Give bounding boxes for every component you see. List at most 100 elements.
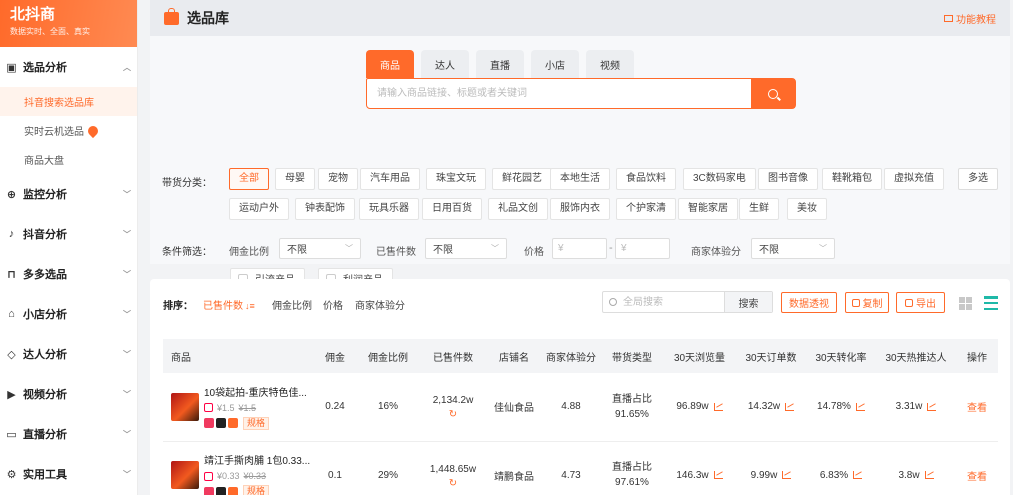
- product-thumbnail[interactable]: [171, 392, 199, 421]
- column-header-11[interactable]: 操作: [956, 339, 998, 373]
- trend-chart-icon[interactable]: [853, 470, 863, 479]
- category-chip-15[interactable]: 日用百货: [422, 198, 482, 220]
- tab-4[interactable]: 视频: [586, 50, 634, 78]
- price-max-input[interactable]: ¥: [615, 238, 670, 259]
- product-table: 商品 佣金 佣金比例 已售件数 店铺名 商家体验分 带货类型 30天浏览量 30天订单数 30天转…: [163, 339, 998, 495]
- product-thumbnail[interactable]: [171, 461, 199, 489]
- sidebar-group-label: 直播分析: [23, 429, 67, 441]
- column-header-9[interactable]: 30天转化率: [806, 339, 876, 373]
- list-view-icon[interactable]: [984, 296, 998, 310]
- sort-option-merchant-score[interactable]: 商家体验分: [355, 297, 405, 312]
- category-chip-4[interactable]: 珠宝文玩: [426, 168, 486, 190]
- sort-option-commission[interactable]: 佣金比例: [272, 297, 312, 312]
- grid-view-icon[interactable]: [959, 297, 972, 310]
- sidebar-group-2[interactable]: ♪ 抖音分析 ﹀: [0, 214, 137, 254]
- view-link[interactable]: 查看: [967, 472, 987, 483]
- product-name[interactable]: 10袋起拍-重庆特色佳...: [204, 384, 313, 399]
- commission-select[interactable]: 不限 ﹀: [279, 238, 361, 259]
- product-info[interactable]: 10袋起拍-重庆特色佳... ¥1.5 ¥1.5 规格: [163, 384, 313, 430]
- tab-3[interactable]: 小店: [531, 50, 579, 78]
- shopping-bag-icon: [164, 7, 179, 25]
- product-name[interactable]: 靖江手撕肉脯 1包0.33...: [204, 452, 313, 467]
- trend-chart-icon[interactable]: [855, 402, 865, 411]
- view-link[interactable]: 查看: [967, 403, 987, 414]
- search-button[interactable]: [751, 79, 795, 108]
- sidebar-group-4[interactable]: ⌂ 小店分析 ﹀: [0, 294, 137, 334]
- sidebar-item-2[interactable]: 商品大盘: [0, 145, 137, 174]
- global-search-button[interactable]: 搜索: [724, 292, 772, 312]
- sort-option-sold[interactable]: 已售件数 ↓≡: [203, 297, 255, 312]
- column-header-5[interactable]: 商家体验分: [541, 339, 601, 373]
- column-header-8[interactable]: 30天订单数: [736, 339, 806, 373]
- trend-chart-icon[interactable]: [927, 402, 937, 411]
- tab-1[interactable]: 达人: [421, 50, 469, 78]
- column-header-2[interactable]: 佣金比例: [357, 339, 419, 373]
- spec-badge[interactable]: 规格: [243, 485, 270, 495]
- refresh-icon[interactable]: ↻: [419, 478, 487, 489]
- shop-name-cell[interactable]: 靖鹏食品: [487, 441, 541, 495]
- brand-logo[interactable]: 北抖商 数据实时、全面、真实: [0, 0, 137, 47]
- category-chip-7[interactable]: 食品饮料: [616, 168, 676, 190]
- sidebar-group-7[interactable]: ▭ 直播分析 ﹀: [0, 414, 137, 454]
- sidebar-group-8[interactable]: ⚙ 实用工具 ﹀: [0, 454, 137, 494]
- trend-chart-icon[interactable]: [713, 402, 723, 411]
- merchant-score-select[interactable]: 不限 ﹀: [751, 238, 835, 259]
- product-info[interactable]: 靖江手撕肉脯 1包0.33... ¥0.33 ¥0.33 规格: [163, 452, 313, 495]
- trend-chart-icon[interactable]: [785, 402, 795, 411]
- category-chip-10[interactable]: 鞋靴箱包: [822, 168, 882, 190]
- column-header-0[interactable]: 商品: [163, 339, 313, 373]
- category-chip-12[interactable]: 运动户外: [229, 198, 289, 220]
- tab-2[interactable]: 直播: [476, 50, 524, 78]
- sidebar-item-0[interactable]: 抖音搜索选品库: [0, 87, 137, 116]
- category-chip-17[interactable]: 服饰内衣: [550, 198, 610, 220]
- spec-badge[interactable]: 规格: [243, 416, 270, 430]
- shopping-bag-icon: ⊓: [7, 268, 16, 281]
- search-input[interactable]: [367, 79, 751, 108]
- column-header-1[interactable]: 佣金: [313, 339, 357, 373]
- category-chip-19[interactable]: 智能家居: [678, 198, 738, 220]
- category-chip-14[interactable]: 玩具乐器: [359, 198, 419, 220]
- category-chip-9[interactable]: 图书音像: [758, 168, 818, 190]
- trend-chart-icon[interactable]: [924, 470, 934, 479]
- category-chip-20[interactable]: 生鲜: [739, 198, 779, 220]
- copy-button[interactable]: 复制: [845, 292, 889, 313]
- sidebar-item-1[interactable]: 实时云机选品: [0, 116, 137, 145]
- price-min-input[interactable]: ¥: [552, 238, 607, 259]
- sold-select[interactable]: 不限 ﹀: [425, 238, 507, 259]
- sidebar-group-0[interactable]: ▣ 选品分析 ︿: [0, 47, 137, 87]
- sidebar-group-3[interactable]: ⊓ 多多选品 ﹀: [0, 254, 137, 294]
- category-chip-11[interactable]: 虚拟充值: [884, 168, 944, 190]
- shop-name-cell[interactable]: 佳仙食品: [487, 373, 541, 441]
- category-chip-6[interactable]: 本地生活: [550, 168, 610, 190]
- sidebar-group-5[interactable]: ◇ 达人分析 ﹀: [0, 334, 137, 374]
- category-chip-13[interactable]: 钟表配饰: [295, 198, 355, 220]
- category-chip-2[interactable]: 宠物: [318, 168, 358, 190]
- category-chip-1[interactable]: 母婴: [275, 168, 315, 190]
- export-button[interactable]: 导出: [896, 292, 945, 313]
- sort-option-price[interactable]: 价格: [323, 297, 343, 312]
- category-chip-0[interactable]: 全部: [229, 168, 269, 190]
- trend-chart-icon[interactable]: [713, 470, 723, 479]
- data-pivot-button[interactable]: 数据透视: [781, 292, 837, 313]
- column-header-7[interactable]: 30天浏览量: [663, 339, 736, 373]
- commission-ratio-cell: 29%: [377, 469, 398, 481]
- trend-chart-icon[interactable]: [782, 470, 792, 479]
- refresh-icon[interactable]: ↻: [419, 409, 487, 420]
- category-chip-8[interactable]: 3C数码家电: [683, 168, 756, 190]
- multi-select-button[interactable]: 多选: [958, 168, 998, 190]
- category-chip-3[interactable]: 汽车用品: [360, 168, 420, 190]
- category-chip-21[interactable]: 美妆: [787, 198, 827, 220]
- sidebar-group-1[interactable]: ⊕ 监控分析 ﹀: [0, 174, 137, 214]
- column-header-10[interactable]: 30天热推达人: [876, 339, 956, 373]
- column-header-3[interactable]: 已售件数: [419, 339, 487, 373]
- category-chip-16[interactable]: 礼品文创: [488, 198, 548, 220]
- sidebar-group-6[interactable]: ▶ 视频分析 ﹀: [0, 374, 137, 414]
- category-chip-18[interactable]: 个护家清: [616, 198, 676, 220]
- chevron-down-icon: ﹀: [123, 229, 131, 239]
- column-header-4[interactable]: 店铺名: [487, 339, 541, 373]
- category-chip-5[interactable]: 鲜花园艺: [492, 168, 552, 190]
- tutorial-link[interactable]: 功能教程: [944, 11, 996, 26]
- tab-0[interactable]: 商品: [366, 50, 414, 78]
- column-header-6[interactable]: 带货类型: [601, 339, 663, 373]
- global-search-input[interactable]: [623, 292, 724, 312]
